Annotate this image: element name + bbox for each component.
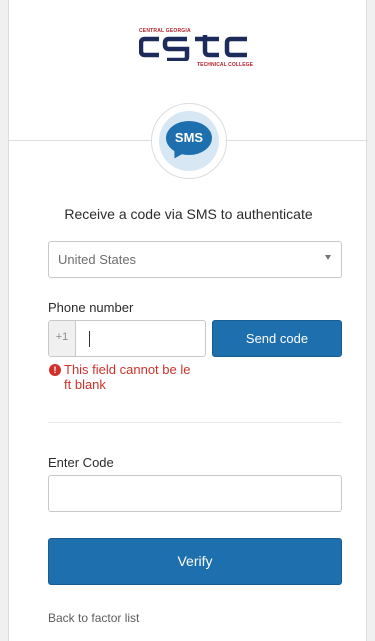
- verify-button[interactable]: Verify: [48, 538, 342, 585]
- auth-card: CENTRAL GEORGIA TECHNICAL COLLEGE SMS Re…: [8, 0, 368, 641]
- verification-code-input[interactable]: [48, 475, 342, 512]
- phone-input-group: +1: [48, 320, 206, 357]
- country-select-value: United States: [58, 252, 137, 267]
- send-code-button[interactable]: Send code: [212, 320, 342, 357]
- logo-top-text: CENTRAL GEORGIA: [139, 28, 191, 34]
- phone-error-message: This field cannot be le ft blank: [64, 362, 214, 392]
- back-to-factor-list-link[interactable]: Back to factor list: [48, 611, 139, 625]
- enter-code-label: Enter Code: [48, 455, 114, 470]
- chevron-down-icon: [325, 255, 331, 260]
- country-select[interactable]: United States: [48, 241, 342, 278]
- factor-badge: SMS: [159, 111, 219, 171]
- phone-number-label: Phone number: [48, 300, 134, 315]
- phone-error-line-2: ft blank: [64, 377, 106, 392]
- logo-bottom-text: TECHNICAL COLLEGE: [197, 62, 254, 68]
- country-code-prefix: +1: [49, 321, 76, 356]
- text-cursor: [89, 331, 90, 347]
- exclamation-circle-icon: !: [49, 364, 61, 376]
- logo-wordmark: [139, 35, 247, 61]
- sms-chat-bubble-icon: SMS: [166, 121, 212, 155]
- section-divider: [48, 422, 342, 423]
- factor-badge-ring: SMS: [151, 103, 227, 179]
- phone-error-line-1: This field cannot be le: [64, 362, 191, 377]
- cgtc-logo: CENTRAL GEORGIA TECHNICAL COLLEGE: [139, 28, 254, 72]
- factor-title: Receive a code via SMS to authenticate: [64, 206, 313, 222]
- phone-number-input[interactable]: [76, 321, 205, 356]
